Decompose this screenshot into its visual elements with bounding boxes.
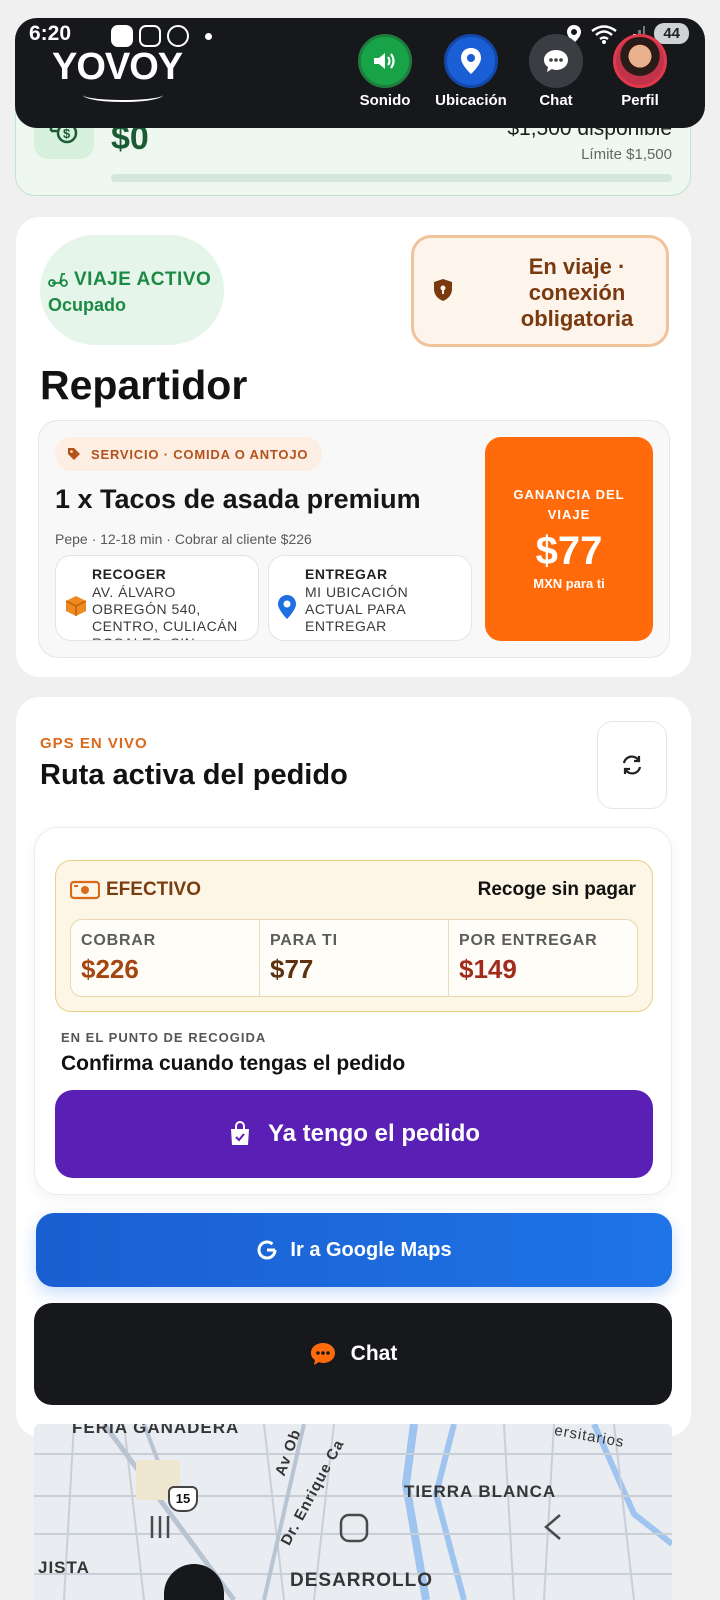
location-label: Ubicación xyxy=(435,92,507,109)
status-time: 6:20 xyxy=(29,22,72,45)
cash-for-you-value: $77 xyxy=(270,954,314,984)
earnings-value: $77 xyxy=(535,529,603,573)
cash-to-deliver-label: POR ENTREGAR xyxy=(459,932,598,949)
location-button[interactable]: Ubicación xyxy=(426,34,516,109)
scooter-icon xyxy=(48,273,68,287)
cash-summary: EFECTIVO Recoge sin pagar COBRAR $226 PA… xyxy=(55,860,653,1012)
package-icon xyxy=(65,596,87,616)
gps-label: GPS EN VIVO xyxy=(40,735,148,752)
cash-for-you: PARA TI $77 xyxy=(260,920,449,996)
dropoff-head: ENTREGAR xyxy=(305,566,388,582)
pickup-location[interactable]: RECOGER AV. ÁLVARO OBREGÓN 540, CENTRO, … xyxy=(55,555,259,641)
cash-collect-label: COBRAR xyxy=(81,932,157,949)
trip-earnings: GANANCIA DEL VIAJE $77 MXN para ti xyxy=(485,437,653,641)
trip-status-title: VIAJE ACTIVO xyxy=(48,269,224,291)
chat-button-label: Chat xyxy=(350,1342,398,1365)
location-pin-icon xyxy=(278,595,296,619)
active-trip-card: VIAJE ACTIVO Ocupado En viaje · conexión… xyxy=(16,217,691,677)
yovoy-logo: YOVOY xyxy=(52,46,183,88)
tag-icon xyxy=(68,448,80,460)
trip-status-text: VIAJE ACTIVO xyxy=(74,269,212,290)
heart-icon xyxy=(167,25,189,47)
more-dot-icon xyxy=(205,32,212,40)
service-tag-text: SERVICIO · COMIDA O ANTOJO xyxy=(91,446,309,462)
gps-route-card: GPS EN VIVO Ruta activa del pedido EFECT… xyxy=(16,697,691,1437)
avatar xyxy=(613,34,667,88)
shopping-bag-icon xyxy=(230,1121,249,1145)
pickup-head: RECOGER xyxy=(92,566,167,582)
speaker-icon xyxy=(358,34,412,88)
cash-for-you-label: PARA TI xyxy=(270,932,338,949)
confirm-pickup-button[interactable]: Ya tengo el pedido xyxy=(55,1090,653,1178)
recents-icon xyxy=(150,1516,170,1538)
dropoff-location[interactable]: ENTREGAR MI UBICACIÓN ACTUAL PARA ENTREG… xyxy=(268,555,472,641)
back-icon xyxy=(544,1514,561,1540)
payment-panel: EFECTIVO Recoge sin pagar COBRAR $226 PA… xyxy=(34,827,672,1195)
google-icon xyxy=(257,1240,277,1260)
earnings-label: GANANCIA DEL VIAJE xyxy=(513,487,625,522)
cash-title: EFECTIVO xyxy=(106,879,202,900)
service-tag: SERVICIO · COMIDA O ANTOJO xyxy=(55,437,323,471)
chat-bubble-icon xyxy=(310,1343,335,1365)
sound-button[interactable]: Sonido xyxy=(340,34,430,109)
sound-label: Sonido xyxy=(359,92,411,109)
recent-apps-button[interactable] xyxy=(145,1512,175,1547)
connection-text: En viaje · conexión obligatoria xyxy=(520,254,634,331)
confirm-pickup-label: Ya tengo el pedido xyxy=(267,1120,481,1147)
map-label-tierra-blanca: TIERRA BLANCA xyxy=(404,1482,557,1501)
connection-required-badge: En viaje · conexión obligatoria xyxy=(411,235,669,347)
google-maps-button[interactable]: Ir a Google Maps xyxy=(36,1213,672,1287)
cash-to-deliver: POR ENTREGAR $149 xyxy=(449,920,637,996)
credit-progress-bar xyxy=(111,174,672,182)
order-meta: Pepe · 12-18 min · Cobrar al cliente $22… xyxy=(55,531,312,547)
cash-header: EFECTIVO xyxy=(70,879,201,901)
trip-status-sub: Ocupado xyxy=(48,295,127,315)
pickup-point-label: EN EL PUNTO DE RECOGIDA xyxy=(61,1030,267,1045)
home-icon xyxy=(339,1513,369,1543)
cash-bill-icon xyxy=(70,880,100,900)
refresh-button[interactable] xyxy=(597,721,667,809)
cash-breakdown: COBRAR $226 PARA TI $77 POR ENTREGAR $14… xyxy=(70,919,638,997)
pickup-address: AV. ÁLVARO OBREGÓN 540, CENTRO, CULIACÁN… xyxy=(92,584,238,640)
map-label-feria: FERIA GANADERA xyxy=(72,1424,240,1437)
google-maps-label: Ir a Google Maps xyxy=(290,1238,452,1261)
cash-to-deliver-value: $149 xyxy=(459,954,517,984)
trip-title: Repartidor xyxy=(40,362,248,408)
app-header: 6:20 44 YOVOY Sonido Ubicación Chat Perf… xyxy=(15,18,705,128)
notification-app-icon xyxy=(111,25,133,47)
dropoff-address: MI UBICACIÓN ACTUAL PARA ENTREGAR xyxy=(305,584,409,634)
map-label-jista: JISTA xyxy=(38,1558,90,1577)
map-label-desarrollo: DESARROLLO xyxy=(290,1570,433,1591)
screenshot-icon xyxy=(139,25,161,47)
header-chat-button[interactable]: Chat xyxy=(511,34,601,109)
logo-smile xyxy=(83,88,163,102)
chat-bubble-icon xyxy=(529,34,583,88)
pickup-instructions: Confirma cuando tengas el pedido xyxy=(61,1052,406,1075)
shield-lock-icon xyxy=(434,279,452,301)
svg-text:$: $ xyxy=(63,126,71,141)
chat-button[interactable]: Chat xyxy=(34,1303,672,1405)
back-button[interactable] xyxy=(540,1512,566,1547)
cash-note: Recoge sin pagar xyxy=(477,879,636,900)
trip-status-pill: VIAJE ACTIVO Ocupado xyxy=(40,235,224,345)
refresh-icon xyxy=(622,755,642,775)
location-pin-icon xyxy=(444,34,498,88)
notification-icons xyxy=(111,25,212,47)
earnings-sub: MXN para ti xyxy=(533,576,605,591)
gps-title: Ruta activa del pedido xyxy=(40,759,348,791)
profile-button[interactable]: Perfil xyxy=(595,34,685,109)
order-summary: SERVICIO · COMIDA O ANTOJO 1 x Tacos de … xyxy=(38,420,670,658)
profile-label: Perfil xyxy=(621,92,659,109)
cash-collect: COBRAR $226 xyxy=(71,920,260,996)
home-button[interactable] xyxy=(338,1512,370,1549)
system-nav-bar xyxy=(0,1500,720,1560)
order-title: 1 x Tacos de asada premium xyxy=(55,484,421,514)
cash-collect-value: $226 xyxy=(81,954,139,984)
credit-limit: Límite $1,500 xyxy=(581,146,672,163)
chat-label: Chat xyxy=(539,92,573,109)
